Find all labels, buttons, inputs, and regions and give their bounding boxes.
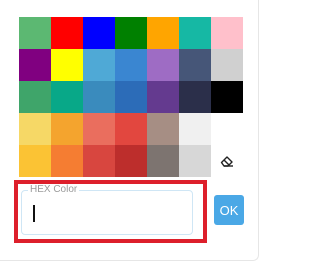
color-swatch[interactable] [83, 145, 115, 177]
color-swatch[interactable] [147, 17, 179, 49]
color-swatch[interactable] [179, 145, 211, 177]
color-swatch[interactable] [19, 81, 51, 113]
hex-color-label: HEX Color [28, 184, 80, 196]
color-swatch[interactable] [179, 49, 211, 81]
color-swatch[interactable] [83, 113, 115, 145]
color-swatch[interactable] [147, 145, 179, 177]
color-swatch[interactable] [115, 113, 147, 145]
color-swatch[interactable] [211, 17, 243, 49]
color-swatch[interactable] [211, 49, 243, 81]
color-swatch[interactable] [179, 17, 211, 49]
empty-cell [211, 113, 243, 145]
color-swatch[interactable] [115, 17, 147, 49]
ok-button[interactable]: OK [214, 195, 244, 225]
color-swatch[interactable] [115, 145, 147, 177]
color-swatch[interactable] [179, 81, 211, 113]
eraser-icon [220, 156, 233, 167]
color-swatch[interactable] [19, 17, 51, 49]
color-swatch[interactable] [115, 49, 147, 81]
color-swatch[interactable] [179, 113, 211, 145]
color-swatch[interactable] [51, 49, 83, 81]
color-swatch[interactable] [51, 17, 83, 49]
text-cursor [33, 205, 35, 222]
color-swatch[interactable] [147, 49, 179, 81]
color-swatch-grid [19, 17, 243, 177]
color-swatch[interactable] [83, 17, 115, 49]
color-swatch[interactable] [83, 81, 115, 113]
color-picker-popup: HEX Color OK [0, 0, 266, 261]
color-swatch[interactable] [147, 81, 179, 113]
color-swatch[interactable] [51, 81, 83, 113]
color-swatch[interactable] [19, 49, 51, 81]
hex-color-field[interactable]: HEX Color [21, 184, 193, 235]
color-swatch[interactable] [19, 145, 51, 177]
color-swatch[interactable] [115, 81, 147, 113]
background-edge [259, 0, 266, 261]
color-swatch[interactable] [83, 49, 115, 81]
color-swatch[interactable] [51, 145, 83, 177]
hex-color-input[interactable] [30, 201, 180, 223]
color-picker-panel: HEX Color OK [0, 0, 259, 261]
color-swatch[interactable] [147, 113, 179, 145]
color-swatch[interactable] [51, 113, 83, 145]
clear-color-button[interactable] [211, 145, 243, 177]
color-swatch[interactable] [211, 81, 243, 113]
color-swatch[interactable] [19, 113, 51, 145]
